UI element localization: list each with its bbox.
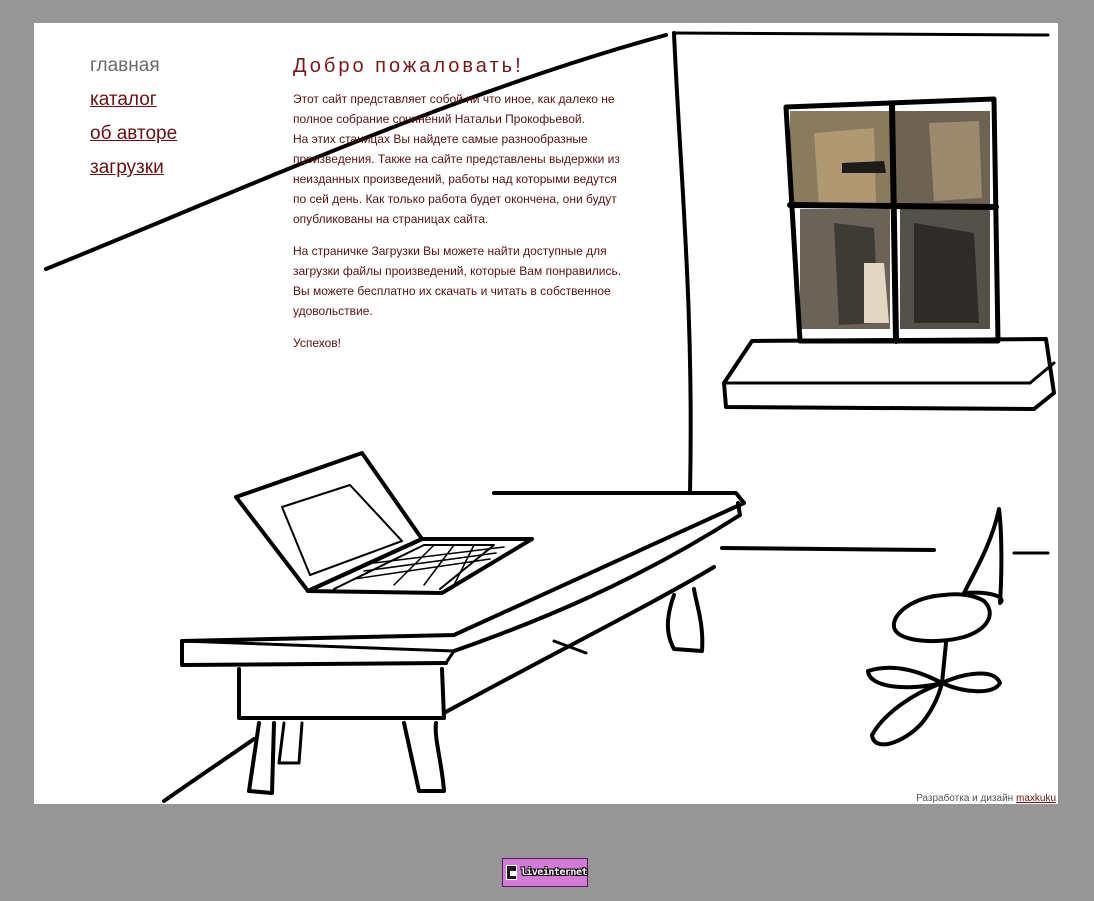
credits-footer: Разработка и дизайн maxkuku bbox=[916, 793, 1056, 804]
designer-link[interactable]: maxkuku bbox=[1016, 793, 1056, 804]
page-title: Добро пожаловать! bbox=[293, 55, 524, 77]
nav-item-home[interactable]: главная bbox=[90, 49, 177, 83]
welcome-content: Добро пожаловать! Этот сайт представляет… bbox=[293, 51, 633, 365]
intro-line-1: Этот сайт представляет собой ни что иное… bbox=[293, 92, 615, 126]
counter-label: liveinternet bbox=[520, 867, 588, 878]
nav-item-catalog[interactable]: каталог bbox=[90, 83, 177, 117]
chair-illustration bbox=[866, 507, 1004, 747]
nav-item-downloads[interactable]: загрузки bbox=[90, 151, 177, 185]
intro-paragraph: Этот сайт представляет собой ни что иное… bbox=[293, 89, 633, 229]
main-nav: главная каталог об авторе загрузки bbox=[90, 49, 177, 185]
nav-item-about-author[interactable]: об авторе bbox=[90, 117, 177, 151]
closing-paragraph: Успехов! bbox=[293, 336, 341, 350]
intro-line-2: На этих станицах Вы найдете самые разноо… bbox=[293, 132, 620, 226]
liveinternet-counter[interactable]: liveinternet bbox=[502, 858, 588, 887]
downloads-paragraph: На страничке Загрузки Вы можете найти до… bbox=[293, 244, 622, 318]
credits-text: Разработка и дизайн bbox=[916, 793, 1014, 804]
counter-logo-icon bbox=[506, 865, 517, 880]
main-canvas: главная каталог об авторе загрузки Добро… bbox=[34, 23, 1058, 804]
